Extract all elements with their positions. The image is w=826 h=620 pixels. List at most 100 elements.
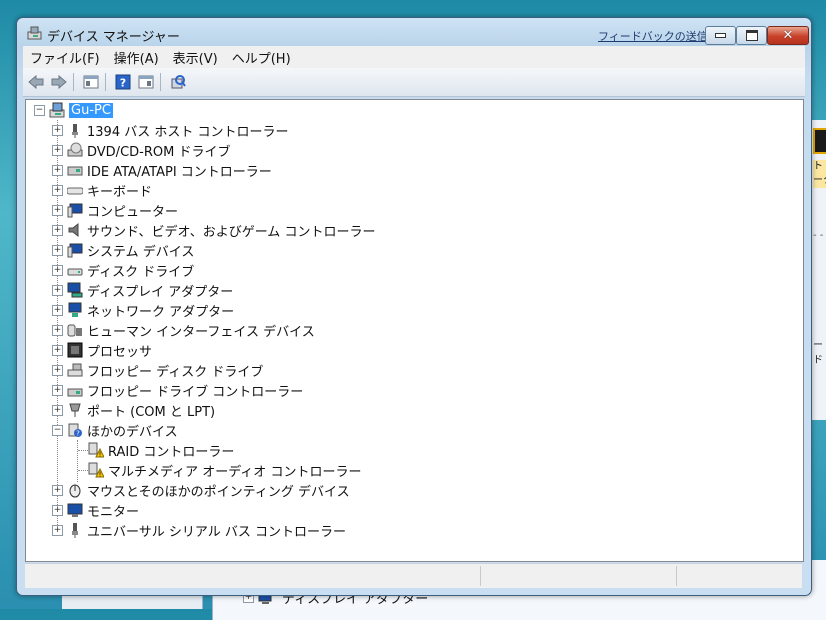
close-button[interactable]: ✕	[767, 26, 809, 45]
expand-icon[interactable]: +	[52, 224, 63, 236]
menu-file[interactable]: ファイル(F)	[23, 48, 107, 67]
processor-icon	[67, 342, 83, 358]
tree-category[interactable]: + コンピューター	[52, 201, 178, 220]
expand-icon[interactable]: +	[52, 504, 63, 516]
expand-icon[interactable]: +	[52, 404, 63, 416]
maximize-button[interactable]	[736, 26, 767, 45]
tree-category[interactable]: + キーボード	[52, 181, 153, 200]
minimize-button[interactable]	[705, 26, 736, 45]
tree-category[interactable]: + DVD/CD-ROM ドライブ	[52, 141, 231, 160]
tree-connector	[78, 450, 88, 451]
tree-category[interactable]: + IDE ATA/ATAPI コントローラー	[52, 161, 272, 180]
tree-category-label: DVD/CD-ROM ドライブ	[87, 144, 231, 160]
dvd-drive-icon	[67, 142, 83, 158]
scan-hardware-icon	[171, 75, 186, 89]
expand-icon[interactable]: +	[52, 204, 63, 216]
tree-category[interactable]: + ネットワーク アダプター	[52, 301, 235, 320]
background-window-right: ト ーク - - ード	[810, 120, 826, 420]
tree-category-label: ネットワーク アダプター	[87, 304, 235, 320]
tree-category[interactable]: + ヒューマン インターフェイス デバイス	[52, 321, 315, 340]
computer-icon	[67, 202, 83, 218]
expand-icon[interactable]: +	[52, 144, 63, 156]
menu-view[interactable]: 表示(V)	[166, 48, 225, 67]
floppy-disk-drive-icon	[67, 362, 83, 378]
expand-icon[interactable]: +	[52, 124, 63, 136]
menu-bar: ファイル(F) 操作(A) 表示(V) ヘルプ(H)	[23, 46, 805, 68]
tree-category[interactable]: + ディスク ドライブ	[52, 261, 194, 280]
other-devices-icon: ?	[67, 422, 83, 438]
expand-icon[interactable]: +	[52, 324, 63, 336]
device-tree[interactable]: − Gu-PC +1394 バス ホスト コントローラー + DVD/CD-ROM …	[25, 99, 804, 562]
back-button[interactable]	[26, 72, 46, 92]
collapse-icon[interactable]: −	[34, 104, 45, 116]
tree-category[interactable]: + プロセッサ	[52, 341, 152, 360]
menu-action[interactable]: 操作(A)	[107, 48, 166, 67]
tree-category-label: サウンド、ビデオ、およびゲーム コントローラー	[87, 224, 376, 240]
help-button[interactable]: ?	[113, 72, 133, 92]
tree-category[interactable]: + マウスとそのほかのポインティング デバイス	[52, 481, 350, 500]
menu-help[interactable]: ヘルプ(H)	[225, 48, 298, 67]
tree-category[interactable]: + フロッピー ディスク ドライブ	[52, 361, 263, 380]
root-label: Gu-PC	[69, 102, 113, 118]
expand-icon[interactable]: +	[52, 284, 63, 296]
tree-category-label: モニター	[87, 504, 140, 520]
tree-device[interactable]: ! マルチメディア オーディオ コントローラー	[88, 461, 362, 480]
svg-text:!: !	[99, 451, 102, 459]
expand-icon[interactable]: +	[52, 364, 63, 376]
expand-icon[interactable]: +	[52, 344, 63, 356]
toolbar-separator	[73, 73, 74, 91]
properties-icon	[83, 75, 99, 89]
show-hide-icon	[138, 75, 154, 89]
collapse-icon[interactable]: −	[52, 424, 63, 436]
tree-category[interactable]: −? ほかのデバイス	[52, 421, 178, 440]
toolbar: ?	[23, 68, 805, 97]
feedback-link[interactable]: フィードバックの送信	[598, 28, 708, 44]
expand-icon[interactable]: +	[52, 524, 63, 536]
network-adapter-icon	[67, 302, 83, 318]
tree-root[interactable]: − Gu-PC	[34, 101, 113, 119]
background-text-fragment-1: ト ーク	[813, 160, 826, 188]
expand-icon[interactable]: +	[52, 244, 63, 256]
tree-category[interactable]: + ディスプレイ アダプター	[52, 281, 233, 300]
tree-category-label: システム デバイス	[87, 244, 195, 260]
port-icon	[67, 402, 83, 418]
show-hide-button[interactable]	[136, 72, 156, 92]
tree-category[interactable]: + モニター	[52, 501, 140, 520]
minimize-icon	[715, 33, 726, 38]
title-bar[interactable]: デバイス マネージャー フィードバックの送信 ✕	[17, 18, 811, 48]
tree-category[interactable]: + ユニバーサル シリアル バス コントローラー	[52, 521, 346, 540]
disk-drive-icon	[67, 262, 83, 278]
tree-category[interactable]: + ポート (COM と LPT)	[52, 401, 215, 420]
expand-icon[interactable]: +	[52, 304, 63, 316]
tree-category[interactable]: + システム デバイス	[52, 241, 195, 260]
expand-icon[interactable]: +	[52, 164, 63, 176]
forward-icon	[51, 75, 67, 89]
close-icon: ✕	[782, 28, 794, 43]
device-manager-icon	[27, 26, 43, 40]
expand-icon[interactable]: +	[52, 264, 63, 276]
tree-category[interactable]: +1394 バス ホスト コントローラー	[52, 121, 288, 140]
sound-icon	[67, 222, 83, 238]
scan-hardware-button[interactable]	[168, 72, 188, 92]
tree-category-label: キーボード	[87, 184, 153, 200]
mouse-icon	[67, 482, 83, 498]
expand-icon[interactable]: +	[52, 484, 63, 496]
tree-category[interactable]: + サウンド、ビデオ、およびゲーム コントローラー	[52, 221, 376, 240]
tree-category[interactable]: + フロッピー ドライブ コントローラー	[52, 381, 304, 400]
expand-icon[interactable]: +	[52, 384, 63, 396]
tree-device[interactable]: ! RAID コントローラー	[88, 441, 234, 460]
tree-category-label: ほかのデバイス	[87, 424, 178, 440]
tree-category-label: IDE ATA/ATAPI コントローラー	[87, 164, 272, 180]
background-dashes: - -	[813, 230, 824, 241]
properties-button[interactable]	[81, 72, 101, 92]
svg-text:!: !	[99, 471, 102, 479]
tree-device-label: マルチメディア オーディオ コントローラー	[108, 464, 362, 480]
tree-category-label: フロッピー ドライブ コントローラー	[87, 384, 304, 400]
back-icon	[28, 75, 44, 89]
ide-controller-icon	[67, 162, 83, 178]
status-panel-2	[480, 566, 676, 586]
keyboard-icon	[67, 182, 83, 198]
computer-root-icon	[49, 102, 65, 118]
expand-icon[interactable]: +	[52, 184, 63, 196]
forward-button[interactable]	[49, 72, 69, 92]
